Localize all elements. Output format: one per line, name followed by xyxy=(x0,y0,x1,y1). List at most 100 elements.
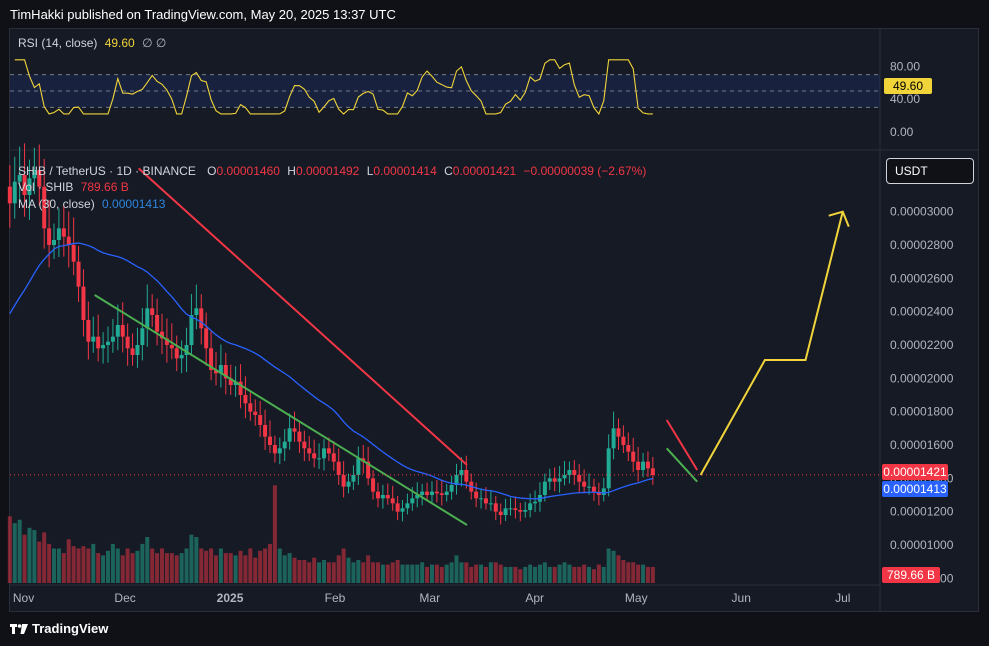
candle-body xyxy=(91,336,96,342)
volume-bar xyxy=(331,562,336,583)
volume-bar xyxy=(611,550,616,583)
volume-bar xyxy=(390,562,395,583)
candle-body xyxy=(12,181,17,204)
candle-body xyxy=(626,445,631,452)
tradingview-logo-icon xyxy=(10,624,28,634)
volume-bar xyxy=(351,562,356,583)
candle-body xyxy=(47,228,52,245)
candle-body xyxy=(444,491,449,495)
volume-bar xyxy=(282,555,287,583)
volume-bar xyxy=(179,553,184,583)
candle-body xyxy=(645,461,650,469)
time-axis-label: 2025 xyxy=(217,591,244,605)
candle-body xyxy=(331,453,336,462)
volume-bar xyxy=(307,562,312,583)
time-axis-label: Dec xyxy=(114,591,135,605)
volume-bar xyxy=(110,543,115,583)
price-tick-label: 0.00002000 xyxy=(890,371,954,385)
symbol-label[interactable]: SHIB / TetherUS · 1D · BINANCE xyxy=(18,164,196,178)
volume-bar xyxy=(76,548,81,583)
candle-body xyxy=(533,501,538,504)
volume-bar xyxy=(61,553,66,583)
volume-bar xyxy=(366,555,371,583)
volume-bar xyxy=(253,557,258,583)
volume-bar xyxy=(341,548,346,583)
candle-body xyxy=(611,428,616,449)
candle-body xyxy=(101,345,106,349)
currency-selector[interactable]: USDT xyxy=(886,158,974,184)
rsi-value: 49.60 xyxy=(104,36,135,50)
ma-legend: MA (30, close) 0.00001413 xyxy=(18,197,165,211)
volume-bar xyxy=(321,560,326,583)
price-tick-label: 0.00003000 xyxy=(890,205,954,219)
candle-body xyxy=(405,503,410,509)
volume-bar xyxy=(577,566,582,583)
candle-body xyxy=(86,320,91,342)
candle-body xyxy=(621,436,626,445)
candle-body xyxy=(429,491,434,495)
candle-body xyxy=(115,325,120,337)
candle-body xyxy=(434,491,439,494)
candle-body xyxy=(52,240,57,245)
candle-body xyxy=(248,403,253,412)
volume-bar xyxy=(547,566,552,583)
volume-bar xyxy=(493,562,498,583)
volume-bar xyxy=(385,564,390,583)
rsi-tick-label: 80.00 xyxy=(890,59,920,73)
volume-bar xyxy=(557,564,562,583)
price-tick-label: 0.00002200 xyxy=(890,338,954,352)
open-label: O xyxy=(207,164,217,178)
volume-bar xyxy=(150,548,155,583)
last-price-tag: 0.00001421 xyxy=(882,464,948,480)
candle-body xyxy=(641,461,646,470)
candle-body xyxy=(174,348,179,359)
candle-body xyxy=(425,491,430,495)
lower-trendline xyxy=(94,294,468,526)
candle-body xyxy=(591,486,596,492)
candle-body xyxy=(130,348,135,355)
volume-bar xyxy=(7,516,12,583)
volume-bar xyxy=(287,553,292,583)
candle-body xyxy=(282,441,287,449)
candle-body xyxy=(650,468,655,475)
volume-bar xyxy=(454,555,459,583)
volume-bar xyxy=(405,564,410,583)
volume-bar xyxy=(439,566,444,583)
volume-bar xyxy=(518,569,523,583)
volume-value: 789.66 B xyxy=(80,180,129,194)
time-axis-label: Mar xyxy=(419,591,440,605)
volume-bar xyxy=(115,548,120,583)
volume-bar xyxy=(650,566,655,583)
volume-bar xyxy=(159,548,164,583)
volume-bar xyxy=(425,566,430,583)
candle-body xyxy=(528,503,533,510)
volume-bar xyxy=(248,548,253,583)
candle-body xyxy=(140,328,145,345)
candle-body xyxy=(61,228,66,237)
rsi-extra: ∅ ∅ xyxy=(142,36,167,50)
volume-bar xyxy=(606,548,611,583)
volume-bar xyxy=(395,560,400,583)
tradingview-logo[interactable]: TradingView xyxy=(10,621,108,636)
candle-body xyxy=(346,481,351,487)
candle-body xyxy=(400,508,405,512)
price-tick-label: 0.00001200 xyxy=(890,505,954,519)
volume-bar xyxy=(56,548,61,583)
volume-bar xyxy=(71,546,76,583)
volume-bar xyxy=(513,566,518,583)
close-label: C xyxy=(444,164,453,178)
volume-bar xyxy=(120,555,125,583)
candle-body xyxy=(474,491,479,499)
ma-label: MA (30, close) xyxy=(18,197,95,211)
volume-bar xyxy=(361,562,366,583)
volume-bar xyxy=(37,541,42,583)
volume-bar xyxy=(356,560,361,583)
candle-body xyxy=(155,315,160,332)
candle-body xyxy=(263,425,268,437)
candle-body xyxy=(562,475,567,479)
candle-body xyxy=(106,341,111,345)
chart-canvas[interactable]: 80.0040.000.000.000032000.000030000.0000… xyxy=(0,0,989,646)
volume-bar xyxy=(96,553,101,583)
candle-body xyxy=(439,493,444,495)
volume-bar xyxy=(218,548,223,583)
